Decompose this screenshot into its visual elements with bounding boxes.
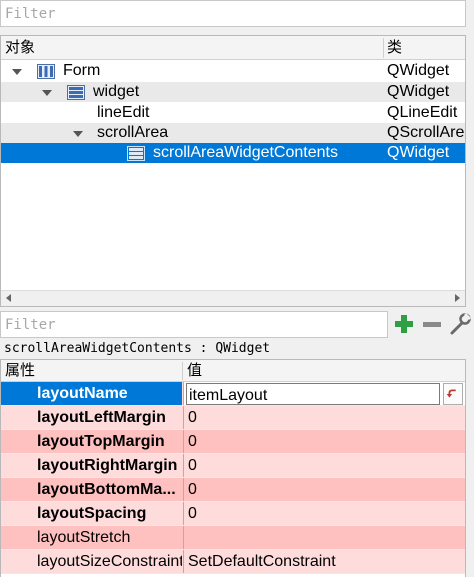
property-value-cell[interactable] <box>183 382 465 406</box>
property-name: layoutTopMargin <box>37 433 165 450</box>
property-row-layoutbottommargin[interactable]: layoutBottomMa... 0 <box>1 478 465 502</box>
tree-item-class: QWidget <box>387 83 450 100</box>
reset-property-button[interactable] <box>443 383 463 405</box>
expand-arrow-icon[interactable] <box>12 69 22 75</box>
property-table-header: 属性 值 <box>1 360 465 382</box>
tree-item-name: scrollAreaWidgetContents <box>153 144 338 161</box>
property-row-layoutspacing[interactable]: layoutSpacing 0 <box>1 502 465 526</box>
minus-icon[interactable] <box>420 312 444 336</box>
column-header-class[interactable]: 类 <box>387 36 402 59</box>
property-toolbar <box>0 309 474 339</box>
property-row-layouttopmargin[interactable]: layoutTopMargin 0 <box>1 430 465 454</box>
property-caption: scrollAreaWidgetContents : QWidget <box>4 341 271 356</box>
property-table: 属性 值 layoutName layoutLeftMargin 0 layou… <box>0 359 466 577</box>
tree-row-widget[interactable]: widget QWidget <box>1 82 465 102</box>
object-filter-input[interactable] <box>1 1 465 26</box>
widget-layout-icon <box>67 85 85 100</box>
property-row-layoutleftmargin[interactable]: layoutLeftMargin 0 <box>1 406 465 430</box>
tree-item-name: lineEdit <box>97 104 150 121</box>
property-name: layoutSizeConstraint <box>37 553 182 570</box>
column-divider[interactable] <box>383 38 384 58</box>
property-value[interactable]: 0 <box>183 454 465 477</box>
property-row-layoutrightmargin[interactable]: layoutRightMargin 0 <box>1 454 465 478</box>
form-layout-icon <box>37 64 55 79</box>
property-name: layoutRightMargin <box>37 457 178 474</box>
object-filter-field[interactable] <box>0 0 466 27</box>
tree-item-class: QScrollAre <box>387 124 465 141</box>
horizontal-scrollbar[interactable] <box>1 290 465 306</box>
property-value[interactable]: SetDefaultConstraint <box>183 550 465 573</box>
tree-row-scrollarea[interactable]: scrollArea QScrollAre <box>1 123 465 143</box>
tree-item-name: scrollArea <box>97 124 169 141</box>
property-value[interactable]: 0 <box>183 430 465 453</box>
tree-row-scrollareawidgetcontents[interactable]: scrollAreaWidgetContents QWidget <box>1 143 465 163</box>
property-name: layoutSpacing <box>37 505 147 522</box>
property-value[interactable] <box>183 526 465 549</box>
vertical-scrollbar[interactable] <box>466 359 474 577</box>
tree-item-class: QWidget <box>387 62 450 79</box>
property-name: layoutName <box>1 382 182 405</box>
wrench-icon[interactable] <box>448 312 472 336</box>
object-tree: 对象 类 Form QWidget widget QWidget lineEdi… <box>0 35 466 307</box>
expand-arrow-icon[interactable] <box>42 90 52 96</box>
object-tree-header: 对象 类 <box>1 36 465 60</box>
property-row-layoutstretch[interactable]: layoutStretch <box>1 526 465 550</box>
column-header-object[interactable]: 对象 <box>5 36 35 59</box>
property-row-layoutsizeconstraint[interactable]: layoutSizeConstraint SetDefaultConstrain… <box>1 550 465 574</box>
column-divider[interactable] <box>182 362 183 380</box>
column-header-property[interactable]: 属性 <box>5 360 35 381</box>
property-name: layoutStretch <box>37 529 131 546</box>
tree-item-class: QWidget <box>387 144 450 161</box>
property-filter-input[interactable] <box>1 312 387 337</box>
layout-name-input[interactable] <box>187 386 439 406</box>
property-value[interactable]: 0 <box>183 502 465 525</box>
property-row-layoutname[interactable]: layoutName <box>1 382 465 406</box>
property-name: layoutBottomMa... <box>37 481 176 498</box>
tree-row-lineedit[interactable]: lineEdit QLineEdit <box>1 103 465 123</box>
scroll-right-icon[interactable] <box>455 294 460 302</box>
property-value[interactable]: 0 <box>183 406 465 429</box>
tree-row-form[interactable]: Form QWidget <box>1 61 465 81</box>
property-filter-field[interactable] <box>0 311 388 338</box>
vertical-layout-icon <box>127 146 145 161</box>
scroll-left-icon[interactable] <box>6 294 11 302</box>
property-value[interactable]: 0 <box>183 478 465 501</box>
tree-item-class: QLineEdit <box>387 104 458 121</box>
plus-icon[interactable] <box>392 312 416 336</box>
tree-item-name: Form <box>63 62 101 79</box>
layout-name-field[interactable] <box>186 383 440 406</box>
column-header-value[interactable]: 值 <box>187 360 202 381</box>
expand-arrow-icon[interactable] <box>73 131 83 137</box>
property-name: layoutLeftMargin <box>37 409 166 426</box>
tree-item-name: widget <box>93 83 140 100</box>
